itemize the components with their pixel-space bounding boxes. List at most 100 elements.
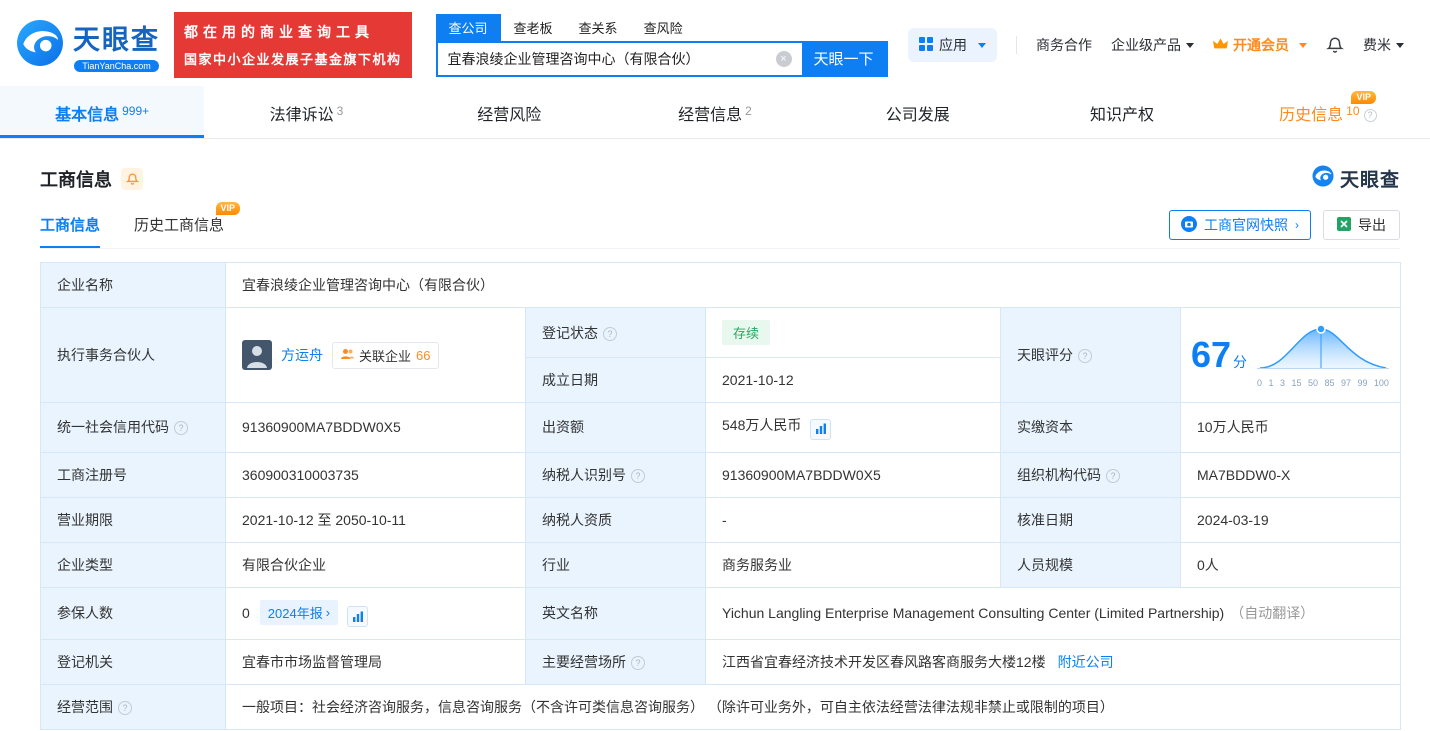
- vip-badge: VIP: [215, 202, 241, 215]
- field-value-org-code: MA7BDDW0-X: [1180, 451, 1401, 498]
- business-info-table: 企业名称 宜春浪绫企业管理咨询中心（有限合伙） 执行事务合伙人 方运舟 关联企业: [40, 262, 1401, 730]
- search-tabs: 查公司 查老板 查关系 查风险: [435, 13, 888, 41]
- capital-text: 548万人民币: [722, 417, 802, 433]
- business-cooperation-link[interactable]: 商务合作: [1036, 35, 1092, 55]
- nav-tab-history-info[interactable]: VIP 历史信息 10?: [1226, 86, 1430, 138]
- table-row: 统一社会信用代码? 91360900MA7BDDW0X5 出资额 548万人民币…: [40, 402, 1401, 453]
- user-name: 费米: [1363, 37, 1391, 53]
- notification-bell-icon[interactable]: [1326, 35, 1344, 55]
- chevron-down-icon: [978, 42, 986, 48]
- status-badge: 存续: [722, 320, 771, 345]
- enterprise-products-dropdown[interactable]: 企业级产品: [1111, 35, 1194, 55]
- nav-tab-intellectual-property[interactable]: 知识产权: [1021, 86, 1225, 138]
- related-companies-label: 关联企业: [359, 348, 412, 364]
- table-row: 执行事务合伙人 方运舟 关联企业 66 登记状态 ? 存续 天眼评分 ? 67 …: [40, 307, 1401, 403]
- table-row: 登记机关 宜春市市场监督管理局 主要经营场所? 江西省宜春经济技术开发区春风路客…: [40, 639, 1401, 685]
- field-value-score[interactable]: 67 分 0 1 3 15 50 85 97 99 100: [1180, 307, 1401, 403]
- brand-watermark: 天眼查: [1312, 165, 1400, 192]
- field-label-text: 统一社会信用代码: [57, 419, 169, 436]
- help-icon[interactable]: ?: [174, 421, 188, 436]
- search-tab-risk[interactable]: 查风险: [631, 14, 696, 41]
- nav-tab-legal-proceedings[interactable]: 法律诉讼 3: [204, 86, 408, 138]
- export-button[interactable]: 导出: [1323, 210, 1400, 240]
- related-companies-count: 66: [416, 347, 431, 363]
- nav-tab-business-info[interactable]: 经营信息 2: [613, 86, 817, 138]
- help-icon[interactable]: ?: [1106, 468, 1120, 483]
- tick-label: 85: [1324, 378, 1335, 388]
- related-companies-icon: [341, 348, 354, 363]
- table-row: 企业类型 有限合伙企业 行业 商务服务业 人员规模 0人: [40, 541, 1401, 588]
- top-menu: 应用 商务合作 企业级产品 开通会员 费米: [908, 28, 1404, 62]
- subtab-business-info[interactable]: 工商信息: [40, 214, 101, 248]
- apps-menu-button[interactable]: 应用: [908, 28, 997, 62]
- slogan-line1: 都在用的商业查询工具: [184, 24, 374, 40]
- nearby-companies-link[interactable]: 附近公司: [1058, 654, 1114, 670]
- nav-tab-company-development[interactable]: 公司发展: [817, 86, 1021, 138]
- chevron-right-icon: ›: [1295, 218, 1299, 232]
- related-companies-button[interactable]: 关联企业 66: [332, 341, 440, 369]
- field-label-approval-date: 核准日期: [1000, 496, 1181, 543]
- annual-report-badge[interactable]: 2024年报 ›: [259, 599, 339, 625]
- score-axis-ticks: 0 1 3 15 50 85 97 99 100: [1257, 378, 1389, 388]
- nav-tab-label: 公司发展: [885, 107, 950, 124]
- nav-tab-basic-info[interactable]: 基本信息 999+: [0, 86, 205, 138]
- tick-label: 99: [1357, 378, 1368, 388]
- field-value-capital: 548万人民币: [705, 402, 1001, 453]
- field-value-approval-date: 2024-03-19: [1180, 496, 1401, 543]
- vip-upgrade-button[interactable]: 开通会员: [1213, 35, 1307, 55]
- help-icon[interactable]: ?: [631, 468, 645, 483]
- tick-label: 1: [1268, 378, 1274, 388]
- help-icon[interactable]: ?: [118, 701, 132, 715]
- subtab-history-business-info[interactable]: VIP 历史工商信息: [134, 202, 241, 248]
- score-curve-chart: 0 1 3 15 50 85 97 99 100: [1257, 322, 1390, 388]
- field-label-reg-number: 工商注册号: [40, 451, 226, 498]
- field-value-address: 江西省宜春经济技术开发区春风路客商服务大楼12楼 附近公司: [705, 639, 1401, 685]
- help-icon[interactable]: ?: [631, 656, 645, 670]
- help-icon[interactable]: ?: [1078, 349, 1092, 363]
- search-area: 查公司 查老板 查关系 查风险 × 天眼一下: [435, 13, 888, 77]
- search-tab-relation[interactable]: 查关系: [566, 14, 631, 41]
- field-label-taxpayer-id: 纳税人识别号?: [525, 451, 706, 498]
- search-tab-company[interactable]: 查公司: [435, 13, 501, 41]
- english-name-text: Yichun Langling Enterprise Management Co…: [722, 605, 1225, 622]
- nav-tab-label: 经营风险: [477, 107, 542, 124]
- field-label-reg-authority: 登记机关: [40, 639, 226, 685]
- partner-avatar[interactable]: [242, 340, 272, 370]
- field-label-reg-status: 登记状态?: [525, 307, 706, 358]
- nav-tab-badge: 2: [745, 104, 752, 118]
- crown-icon: [1213, 37, 1228, 53]
- snapshot-icon: [1181, 215, 1197, 235]
- enterprise-products-label: 企业级产品: [1111, 37, 1181, 53]
- excel-icon: [1337, 216, 1351, 234]
- user-menu[interactable]: 费米: [1363, 35, 1404, 55]
- tick-label: 0: [1257, 378, 1263, 388]
- field-label-english-name: 英文名称: [525, 586, 706, 640]
- nav-tab-operational-risk[interactable]: 经营风险: [409, 86, 613, 138]
- search-tab-boss[interactable]: 查老板: [501, 14, 566, 41]
- field-label-insured-count: 参保人数: [40, 586, 226, 640]
- subscribe-bell-icon[interactable]: [121, 167, 143, 190]
- help-icon[interactable]: ?: [603, 326, 617, 341]
- chevron-down-icon: [1186, 42, 1194, 48]
- field-label-company-type: 企业类型: [40, 541, 226, 588]
- tick-label: 100: [1373, 378, 1389, 388]
- insured-detail-icon[interactable]: [347, 606, 369, 627]
- chevron-down-icon: [1299, 42, 1307, 48]
- field-label-business-scope: 经营范围?: [40, 684, 226, 730]
- help-icon[interactable]: ?: [1363, 108, 1377, 122]
- field-value-business-term: 2021-10-12 至 2050-10-11: [225, 496, 526, 543]
- search-input[interactable]: [437, 50, 776, 67]
- table-row: 企业名称 宜春浪绫企业管理咨询中心（有限合伙）: [40, 262, 1401, 308]
- address-text: 江西省宜春经济技术开发区春风路客商服务大楼12楼: [722, 654, 1046, 670]
- search-button[interactable]: 天眼一下: [801, 42, 886, 75]
- official-snapshot-button[interactable]: 工商官网快照 ›: [1169, 210, 1311, 240]
- auto-translate-note: （自动翻译）: [1230, 605, 1315, 622]
- slogan-banner: 都在用的商业查询工具 国家中小企业发展子基金旗下机构: [174, 12, 412, 78]
- tick-label: 50: [1307, 378, 1318, 388]
- clear-search-icon[interactable]: ×: [775, 50, 792, 67]
- capital-detail-icon[interactable]: [810, 418, 832, 440]
- tianyancha-logo[interactable]: 天眼查 TianYanCha.com: [16, 18, 160, 72]
- chevron-right-icon: ›: [325, 604, 331, 620]
- insured-count-text: 0: [242, 604, 250, 621]
- partner-name-link[interactable]: 方运舟: [281, 345, 323, 365]
